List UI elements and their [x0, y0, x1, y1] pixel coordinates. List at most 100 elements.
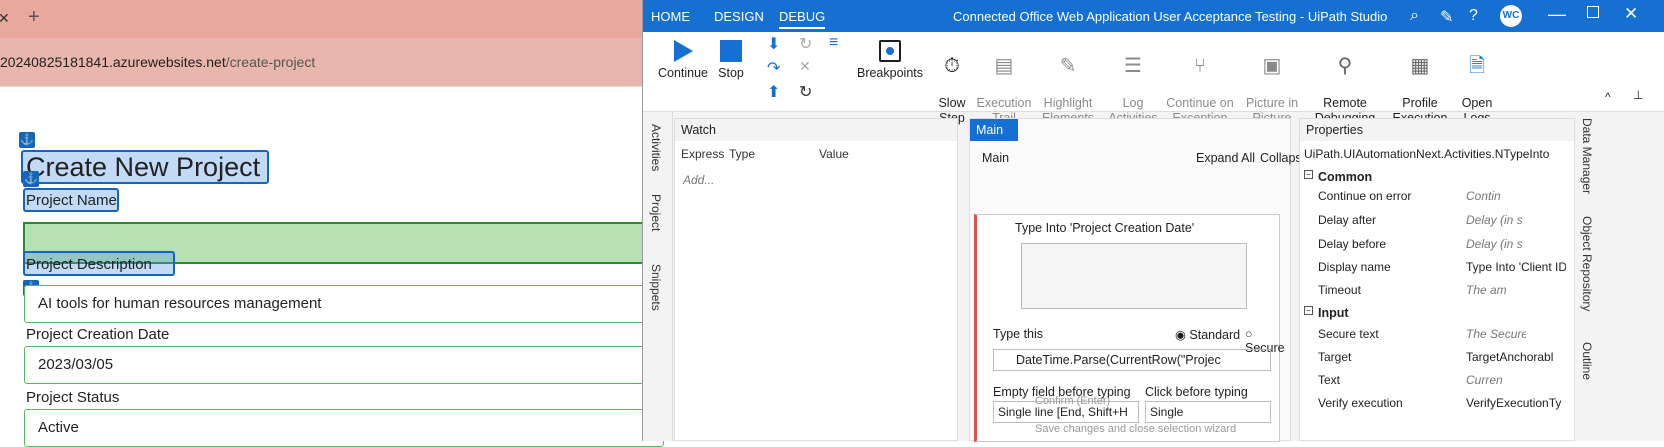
prop-value[interactable]: The am: [1466, 283, 1526, 297]
section-common-label: Common: [1318, 170, 1373, 184]
prop-name: Timeout: [1318, 283, 1361, 297]
radio-standard[interactable]: ◉ Standard: [1175, 327, 1240, 342]
help-icon[interactable]: ?: [1469, 7, 1478, 25]
search-icon[interactable]: ⌕: [1410, 7, 1419, 25]
prop-name: Target: [1318, 350, 1352, 364]
page-title: Create New Project: [26, 152, 261, 182]
picture-icon: ▣: [1262, 54, 1282, 77]
tab-main-label: Main: [976, 123, 1004, 137]
close-icon[interactable]: ✕: [1624, 4, 1638, 24]
type-into-activity[interactable]: Type Into 'Project Creation Date' Type t…: [974, 214, 1285, 442]
prop-name: Delay after: [1318, 213, 1377, 227]
tab-activities[interactable]: Activities: [649, 124, 663, 171]
section-input[interactable]: − Input: [1300, 303, 1571, 323]
prop-value[interactable]: Type Into 'Client ID': [1466, 260, 1566, 274]
focus-icon[interactable]: ≡: [829, 34, 838, 52]
screenshot-thumbnail: [1021, 243, 1247, 309]
window-title: Connected Office Web Application User Ac…: [953, 9, 1388, 24]
new-tab-button[interactable]: +: [28, 6, 40, 29]
expand-all-link[interactable]: Expand All: [1196, 151, 1255, 165]
watch-add-input[interactable]: Add...: [683, 173, 714, 187]
click-before-select[interactable]: Single: [1145, 401, 1271, 423]
prop-name: Continue on error: [1318, 189, 1412, 203]
prop-delay-before[interactable]: Delay before Delay (in s: [1300, 233, 1571, 255]
tab-snippets[interactable]: Snippets: [649, 264, 663, 311]
watch-col-value[interactable]: Value: [819, 147, 849, 161]
tab-close-icon[interactable]: ✕: [0, 10, 10, 27]
watch-col-type[interactable]: Type: [729, 147, 755, 161]
prop-secure-text[interactable]: Secure text The Secure: [1300, 323, 1571, 345]
collapse-icon: −: [1304, 170, 1313, 179]
retry-icon[interactable]: ↻: [799, 34, 812, 54]
type-this-expression[interactable]: DateTime.Parse(CurrentRow("Projec: [993, 349, 1271, 371]
url-text[interactable]: 20240825181841.azurewebsites.net/create-…: [0, 54, 315, 70]
step-over-icon[interactable]: ↷: [767, 58, 780, 78]
ignore-icon[interactable]: ✕: [799, 58, 811, 75]
properties-title: Properties: [1306, 123, 1363, 137]
tab-data-manager[interactable]: Data Manager: [1580, 118, 1594, 194]
properties-header: Properties: [1300, 119, 1574, 141]
log-file-icon: 🗎: [1468, 54, 1486, 77]
prop-name: Display name: [1318, 260, 1391, 274]
project-description-input[interactable]: AI tools for human resources management: [24, 285, 664, 323]
section-input-label: Input: [1318, 306, 1349, 320]
breadcrumb[interactable]: Main: [982, 151, 1009, 165]
list-icon: ☰: [1124, 54, 1142, 77]
prop-value[interactable]: Delay (in s: [1466, 237, 1526, 251]
project-description-label: Project Description: [26, 256, 152, 273]
type-this-label: Type this: [993, 327, 1044, 341]
prop-timeout[interactable]: Timeout The am: [1300, 279, 1571, 301]
restart-icon[interactable]: ↻: [799, 82, 812, 102]
prop-verify-execution[interactable]: Verify execution VerifyExecutionTy: [1300, 392, 1571, 414]
prop-value[interactable]: Delay (in s: [1466, 213, 1526, 227]
activity-type-name: UiPath.UIAutomationNext.Activities.NType…: [1304, 147, 1550, 161]
pin-icon[interactable]: ⊥: [1633, 88, 1643, 102]
radio-standard-label: Standard: [1189, 328, 1241, 342]
feedback-icon[interactable]: ✎: [1440, 7, 1453, 27]
menu-home[interactable]: HOME: [651, 9, 690, 24]
stop-button[interactable]: Stop: [713, 36, 749, 81]
ghost-save: Save changes and close selection wizard: [1035, 423, 1237, 435]
prop-value[interactable]: VerifyExecutionTy: [1466, 396, 1566, 410]
project-creation-date-input[interactable]: 2023/03/05: [24, 346, 664, 384]
prop-value[interactable]: Contin: [1466, 189, 1526, 203]
step-out-icon[interactable]: ⬆: [767, 82, 780, 102]
collapse-icon: −: [1304, 306, 1313, 315]
breakpoints-label: Breakpoints: [856, 66, 923, 80]
chart-icon: ▦: [1410, 54, 1430, 77]
watch-title: Watch: [681, 123, 716, 137]
prop-continue-on-error[interactable]: Continue on error Contin: [1300, 185, 1571, 207]
right-side-tabs: Data Manager Object Repository Outline: [1577, 112, 1597, 441]
tab-main[interactable]: Main ✕: [970, 119, 1018, 152]
step-into-icon[interactable]: ⬇: [767, 34, 780, 54]
tab-outline[interactable]: Outline: [1580, 342, 1594, 380]
project-status-select[interactable]: Active: [24, 409, 664, 447]
tab-object-repository[interactable]: Object Repository: [1580, 216, 1594, 311]
prop-display-name[interactable]: Display name Type Into 'Client ID': [1300, 256, 1571, 278]
properties-panel: Properties UiPath.UIAutomationNext.Activ…: [1299, 118, 1575, 441]
remote-icon: ⚲: [1337, 54, 1353, 77]
collapse-ribbon-icon[interactable]: ^: [1605, 90, 1611, 104]
pen-icon: ✎: [1059, 54, 1077, 77]
continue-button[interactable]: Continue: [657, 36, 709, 81]
watch-col-expression[interactable]: Express: [681, 147, 724, 161]
tab-project[interactable]: Project: [649, 194, 663, 231]
avatar[interactable]: WC: [1500, 5, 1522, 27]
minimize-icon[interactable]: —: [1548, 4, 1566, 25]
menu-design[interactable]: DESIGN: [714, 9, 764, 24]
trail-icon: ▤: [994, 54, 1014, 77]
stopwatch-icon: ⏱: [944, 54, 960, 77]
breakpoints-button[interactable]: Breakpoints: [855, 36, 925, 81]
section-common[interactable]: − Common: [1300, 167, 1571, 187]
prop-value[interactable]: Curren: [1466, 373, 1526, 387]
prop-target[interactable]: Target TargetAnchorabl: [1300, 346, 1571, 368]
stop-label: Stop: [718, 66, 744, 80]
prop-name: Verify execution: [1318, 396, 1403, 410]
watch-panel: Watch Express Type Value Add...: [674, 118, 958, 441]
menu-debug[interactable]: DEBUG: [779, 9, 826, 29]
maximize-icon[interactable]: [1587, 6, 1599, 18]
prop-text[interactable]: Text Curren: [1300, 369, 1571, 391]
prop-value[interactable]: The Secure: [1466, 327, 1526, 341]
prop-delay-after[interactable]: Delay after Delay (in s: [1300, 209, 1571, 231]
prop-value[interactable]: TargetAnchorabl: [1466, 350, 1566, 364]
